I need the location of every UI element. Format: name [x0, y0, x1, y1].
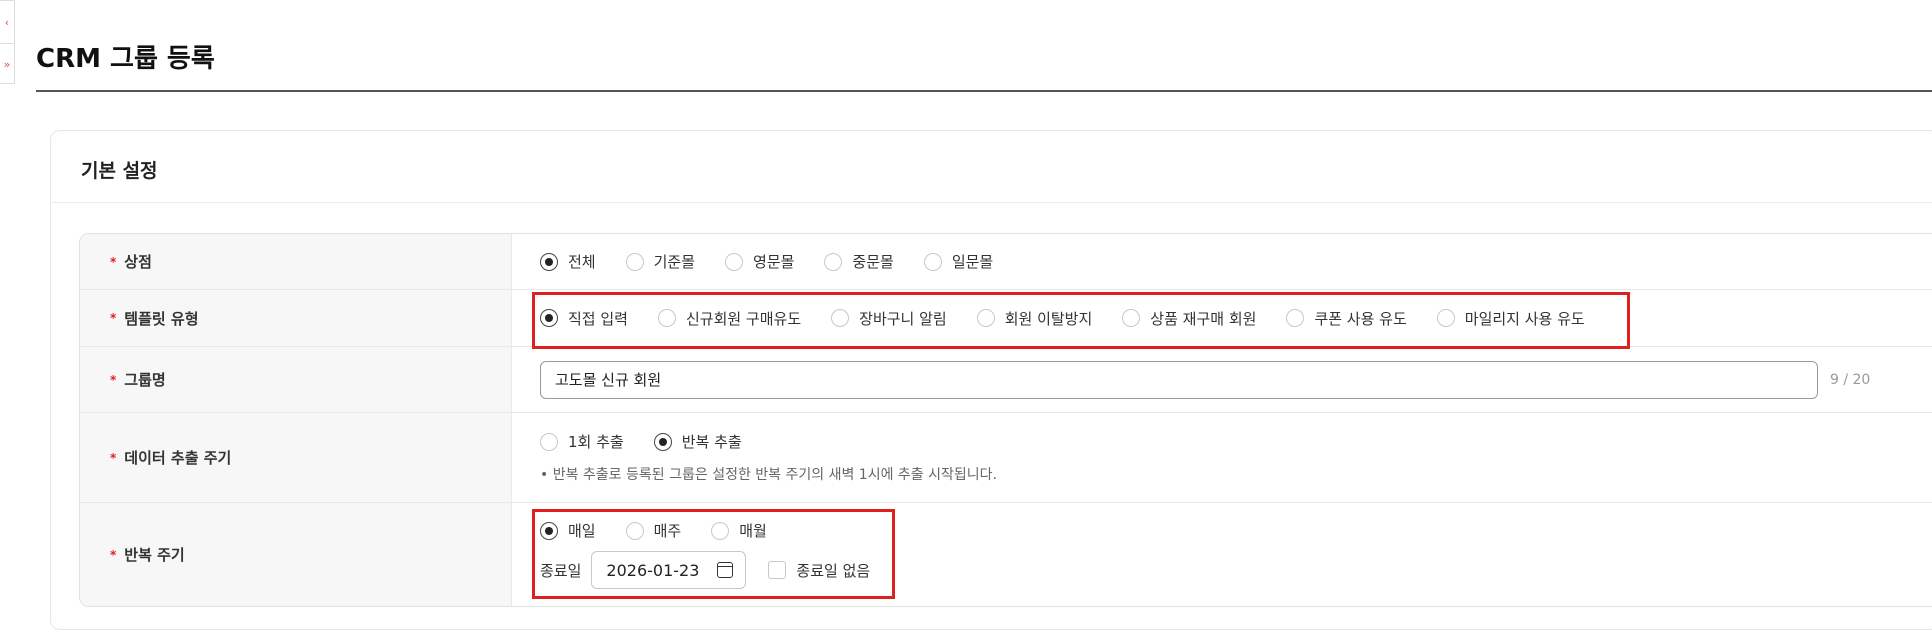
radio-label: 기준몰 [653, 253, 696, 271]
radio-label: 전체 [568, 253, 596, 271]
radio-option[interactable]: 매월 [711, 520, 767, 541]
radio-circle[interactable] [1122, 309, 1141, 327]
radio-label: 일문몰 [951, 253, 994, 271]
radio-circle[interactable] [831, 309, 850, 327]
radio-option[interactable]: 영문몰 [725, 251, 794, 272]
radio-option[interactable]: 직접 입력 [540, 308, 628, 329]
extract-radio-group: 1회 추출 반복 추출 [540, 431, 1932, 452]
card-title: 기본 설정 [51, 131, 1932, 203]
radio-label: 장바구니 알림 [859, 309, 947, 328]
radio-circle[interactable] [824, 252, 843, 271]
end-date-picker[interactable]: 2026-01-23 [591, 551, 747, 589]
radio-label: 직접 입력 [568, 309, 628, 328]
radio-circle[interactable] [540, 252, 558, 271]
radio-label: 매주 [653, 522, 682, 540]
required-mark: * [110, 254, 117, 269]
radio-circle[interactable] [976, 309, 995, 327]
template-radio-group: 직접 입력 신규회원 구매유도 장바구니 알림 회원 이탈방지 상품 재구매 회원 쿠폰 … [540, 308, 1932, 329]
store-radio-group: 전체 기준몰 영문몰 중문몰 일문몰 [540, 251, 1932, 272]
row-template-type: * 템플릿 유형 직접 입력 신규회원 구매유도 장바구니 알림 회원 이탈방지 상품 … [80, 290, 1932, 347]
radio-label: 마일리지 사용 유도 [1464, 309, 1585, 328]
radio-option[interactable]: 회원 이탈방지 [976, 308, 1093, 329]
radio-option[interactable]: 반복 추출 [653, 431, 742, 452]
required-mark: * [110, 372, 117, 387]
extract-hint: • 반복 추출로 등록된 그룹은 설정한 반복 주기의 새벽 1시에 추출 시작… [540, 467, 997, 483]
row-group-name: * 그룹명 9 / 20 [80, 347, 1932, 413]
label-text: 상점 [124, 253, 152, 271]
radio-label: 반복 추출 [681, 433, 742, 451]
radio-circle[interactable] [1436, 309, 1455, 327]
radio-label: 쿠폰 사용 유도 [1314, 309, 1407, 328]
radio-circle[interactable] [653, 432, 672, 451]
label-text: 템플릿 유형 [124, 309, 199, 328]
radio-circle[interactable] [625, 252, 644, 271]
calendar-icon[interactable] [717, 562, 734, 578]
page-title: CRM 그룹 등록 [36, 44, 215, 74]
end-date-line: 종료일 2026-01-23 종료일 없음 [540, 551, 1932, 589]
title-divider [36, 90, 1932, 92]
char-counter: 9 / 20 [1830, 371, 1871, 388]
no-end-date-label: 종료일 없음 [796, 561, 871, 580]
group-name-input[interactable] [540, 360, 1818, 399]
radio-option[interactable]: 신규회원 구매유도 [657, 308, 802, 329]
label-template-type: * 템플릿 유형 [80, 290, 512, 346]
radio-option[interactable]: 상품 재구매 회원 [1122, 308, 1256, 329]
radio-label: 회원 이탈방지 [1004, 309, 1093, 328]
radio-option[interactable]: 장바구니 알림 [831, 308, 947, 329]
label-text: 그룹명 [124, 371, 166, 389]
label-text: 데이터 추출 주기 [124, 449, 232, 467]
row-repeat-cycle: * 반복 주기 매일 매주 매월 종료일 2026-01-23 종료일 없음 [80, 503, 1932, 606]
radio-option[interactable]: 중문몰 [824, 251, 894, 272]
radio-option[interactable]: 1회 추출 [540, 431, 624, 452]
radio-option[interactable]: 마일리지 사용 유도 [1436, 308, 1585, 329]
radio-label: 중문몰 [852, 253, 894, 271]
radio-circle[interactable] [540, 309, 558, 327]
radio-circle[interactable] [711, 521, 730, 540]
row-extract-cycle: * 데이터 추출 주기 1회 추출 반복 추출 • 반복 추출로 등록된 그룹은 … [80, 413, 1932, 503]
row-store: * 상점 전체 기준몰 영문몰 중문몰 일문몰 [80, 234, 1932, 290]
radio-option[interactable]: 매일 [540, 520, 596, 541]
required-mark: * [110, 450, 117, 465]
label-group-name: * 그룹명 [80, 347, 512, 412]
no-end-date-checkbox[interactable]: 종료일 없음 [768, 560, 870, 581]
radio-circle[interactable] [1286, 309, 1305, 327]
side-panel-tab: ‹ » [0, 0, 15, 84]
radio-label: 1회 추출 [568, 433, 624, 451]
radio-option[interactable]: 전체 [540, 251, 596, 272]
required-mark: * [110, 311, 117, 325]
label-extract-cycle: * 데이터 추출 주기 [80, 413, 512, 502]
radio-label: 매일 [568, 522, 596, 540]
radio-circle[interactable] [923, 252, 942, 271]
radio-circle[interactable] [625, 521, 644, 540]
end-date-value: 2026-01-23 [606, 560, 700, 580]
label-store: * 상점 [80, 234, 512, 289]
radio-option[interactable]: 매주 [625, 520, 682, 541]
label-repeat-cycle: * 반복 주기 [80, 503, 512, 606]
radio-circle[interactable] [725, 252, 744, 271]
radio-label: 신규회원 구매유도 [685, 309, 802, 328]
basic-settings-card: 기본 설정 * 상점 전체 기준몰 영문몰 중문몰 일문몰 * 템플릿 유형 직접 입력… [50, 130, 1932, 630]
radio-label: 매월 [739, 522, 767, 540]
collapse-left-icon[interactable]: ‹ [0, 1, 14, 43]
radio-circle[interactable] [657, 309, 676, 327]
checkbox-box[interactable] [768, 561, 787, 579]
radio-circle[interactable] [540, 521, 558, 540]
scroll-up-icon[interactable]: » [0, 43, 14, 85]
radio-circle[interactable] [540, 432, 558, 451]
radio-label: 상품 재구매 회원 [1150, 309, 1257, 328]
required-mark: * [110, 547, 117, 562]
radio-option[interactable]: 기준몰 [625, 251, 696, 272]
repeat-radio-group: 매일 매주 매월 [540, 520, 1932, 541]
settings-form: * 상점 전체 기준몰 영문몰 중문몰 일문몰 * 템플릿 유형 직접 입력 신규회원 구… [79, 233, 1932, 607]
radio-label: 영문몰 [753, 253, 795, 271]
label-text: 반복 주기 [124, 546, 185, 564]
end-date-label: 종료일 [540, 561, 582, 580]
radio-option[interactable]: 일문몰 [923, 251, 994, 272]
radio-option[interactable]: 쿠폰 사용 유도 [1286, 308, 1407, 329]
